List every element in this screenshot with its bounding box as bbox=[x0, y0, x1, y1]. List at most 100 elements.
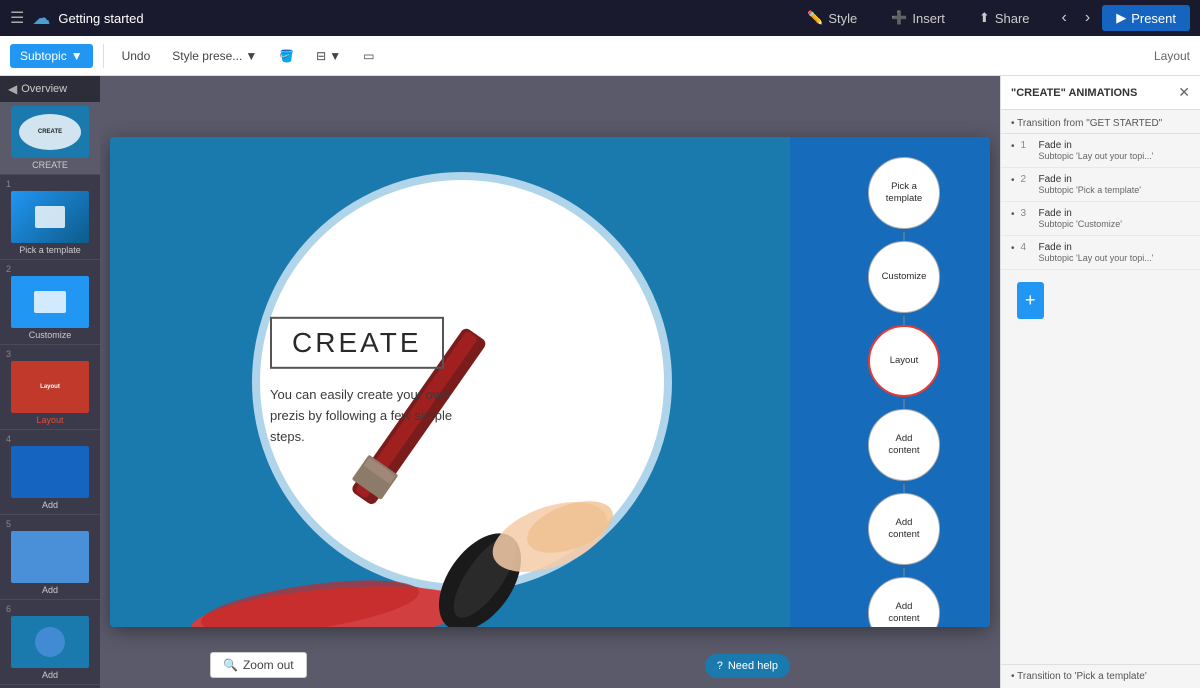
slide-label-2: Customize bbox=[29, 330, 72, 340]
fill-icon: 🪣 bbox=[279, 49, 294, 63]
animation-item-1: • 1 Fade in Subtopic 'Lay out your topi.… bbox=[1001, 134, 1200, 168]
slide-thumb-6 bbox=[11, 616, 89, 668]
toolbar-divider-1 bbox=[103, 44, 104, 68]
border-icon: ⊟ bbox=[316, 49, 326, 63]
toolbar: Subtopic ▼ Undo Style prese... ▼ 🪣 ⊟ ▼ ▭… bbox=[0, 36, 1200, 76]
step-circle-2-label: Customize bbox=[880, 269, 929, 285]
share-button[interactable]: ⬆ Share bbox=[963, 6, 1046, 30]
step-circle-6[interactable]: Addcontent bbox=[868, 577, 940, 627]
slide-label-6: Add bbox=[42, 670, 58, 680]
sidebar-collapse-icon[interactable]: ◀ bbox=[8, 82, 17, 96]
right-panel-close-button[interactable]: ✕ bbox=[1178, 84, 1190, 101]
slide-number-5: 5 bbox=[6, 519, 11, 529]
anim-content-2: Fade in Subtopic 'Pick a template' bbox=[1039, 174, 1190, 195]
step-circle-4[interactable]: Addcontent bbox=[868, 409, 940, 481]
help-icon: ? bbox=[717, 660, 723, 672]
layout-view-button[interactable]: ▭ bbox=[355, 45, 382, 67]
slide-item-3[interactable]: 3 Layout Layout bbox=[0, 345, 100, 430]
step-circle-4-label: Addcontent bbox=[886, 431, 921, 460]
add-animation-button[interactable]: + bbox=[1017, 282, 1044, 319]
step-circle-1-label: Pick atemplate bbox=[884, 179, 924, 208]
slide-item-1[interactable]: 1 Pick a template bbox=[0, 175, 100, 260]
slide-label-1: Pick a template bbox=[19, 245, 81, 255]
slide-item-5[interactable]: 5 Add bbox=[0, 515, 100, 600]
transition-from-label: • Transition from "GET STARTED" bbox=[1001, 110, 1200, 134]
chevron-down-icon: ▼ bbox=[71, 49, 83, 63]
slide-title-box: CREATE bbox=[270, 317, 444, 369]
anim-sub-3: Subtopic 'Customize' bbox=[1039, 219, 1190, 229]
anim-content-1: Fade in Subtopic 'Lay out your topi...' bbox=[1039, 140, 1190, 161]
fill-button[interactable]: 🪣 bbox=[271, 45, 302, 67]
style-icon: ✏️ bbox=[807, 10, 823, 26]
transition-to-label: • Transition to 'Pick a template' bbox=[1001, 664, 1200, 688]
slide-thumb-1 bbox=[11, 191, 89, 243]
step-circle-5-label: Addcontent bbox=[886, 515, 921, 544]
insert-button[interactable]: ➕ Insert bbox=[875, 6, 961, 30]
nav-forward-button[interactable]: › bbox=[1079, 7, 1096, 29]
slide-number-1: 1 bbox=[6, 179, 11, 189]
anim-number-4: 4 bbox=[1021, 242, 1033, 253]
top-bar-center: ✏️ Style ➕ Insert ⬆ Share bbox=[791, 6, 1045, 30]
slide-item-4[interactable]: 4 Add bbox=[0, 430, 100, 515]
layout-label: Layout bbox=[1154, 49, 1190, 63]
top-bar-right: ‹ › ▶ Present bbox=[1056, 5, 1190, 31]
slide-item-6[interactable]: 6 Add bbox=[0, 600, 100, 685]
style-button[interactable]: ✏️ Style bbox=[791, 6, 873, 30]
animation-item-4: • 4 Fade in Subtopic 'Lay out your topi.… bbox=[1001, 236, 1200, 270]
slide-text-content: CREATE You can easily create your own pr… bbox=[270, 317, 470, 447]
anim-type-1: Fade in bbox=[1039, 140, 1190, 151]
anim-type-3: Fade in bbox=[1039, 208, 1190, 219]
main-content: ◀ Overview CREATE CREATE 1 bbox=[0, 76, 1200, 688]
border-button[interactable]: ⊟ ▼ bbox=[308, 45, 349, 67]
present-button[interactable]: ▶ Present bbox=[1102, 5, 1190, 31]
slide-thumb-2 bbox=[11, 276, 89, 328]
animation-item-3: • 3 Fade in Subtopic 'Customize' bbox=[1001, 202, 1200, 236]
border-chevron: ▼ bbox=[329, 49, 341, 63]
undo-label: Undo bbox=[122, 49, 151, 63]
slide-item-create[interactable]: CREATE CREATE bbox=[0, 102, 100, 175]
nav-back-button[interactable]: ‹ bbox=[1056, 7, 1073, 29]
transition-to-bullet: • bbox=[1011, 671, 1015, 682]
animation-list: • 1 Fade in Subtopic 'Lay out your topi.… bbox=[1001, 134, 1200, 664]
sidebar: ◀ Overview CREATE CREATE 1 bbox=[0, 76, 100, 688]
style-preset-label: Style prese... bbox=[172, 49, 242, 63]
top-bar-left: ☰ ☁ Getting started bbox=[10, 8, 781, 29]
need-help-button[interactable]: ? Need help bbox=[705, 654, 790, 678]
play-icon: ▶ bbox=[1116, 10, 1126, 26]
subtopic-button[interactable]: Subtopic ▼ bbox=[10, 44, 93, 68]
canvas-area: CREATE You can easily create your own pr… bbox=[100, 76, 1000, 688]
right-panel-header: "CREATE" ANIMATIONS ✕ bbox=[1001, 76, 1200, 110]
undo-button[interactable]: Undo bbox=[114, 45, 159, 67]
step-circle-2[interactable]: Customize bbox=[868, 241, 940, 313]
anim-type-4: Fade in bbox=[1039, 242, 1190, 253]
anim-content-3: Fade in Subtopic 'Customize' bbox=[1039, 208, 1190, 229]
hamburger-icon[interactable]: ☰ bbox=[10, 8, 24, 28]
anim-bullet-1: • bbox=[1011, 141, 1015, 152]
style-preset-button[interactable]: Style prese... ▼ bbox=[164, 45, 265, 67]
anim-number-3: 3 bbox=[1021, 208, 1033, 219]
transition-bullet: • bbox=[1011, 118, 1015, 129]
layout-view-icon: ▭ bbox=[363, 49, 374, 63]
subtopic-label: Subtopic bbox=[20, 49, 67, 63]
right-panel: "CREATE" ANIMATIONS ✕ • Transition from … bbox=[1000, 76, 1200, 688]
zoom-out-button[interactable]: 🔍 Zoom out bbox=[210, 652, 307, 678]
step-circle-5[interactable]: Addcontent bbox=[868, 493, 940, 565]
slide-item-2[interactable]: 2 Customize bbox=[0, 260, 100, 345]
cloud-icon: ☁ bbox=[32, 8, 50, 29]
slide-label-4: Add bbox=[42, 500, 58, 510]
slide-title: CREATE bbox=[292, 327, 422, 358]
anim-type-2: Fade in bbox=[1039, 174, 1190, 185]
slide-canvas: CREATE You can easily create your own pr… bbox=[110, 137, 990, 627]
animation-item-2: • 2 Fade in Subtopic 'Pick a template' bbox=[1001, 168, 1200, 202]
slide-label-create: CREATE bbox=[32, 160, 68, 170]
top-bar: ☰ ☁ Getting started ✏️ Style ➕ Insert ⬆ … bbox=[0, 0, 1200, 36]
step-circle-3[interactable]: Layout bbox=[868, 325, 940, 397]
step-circle-1[interactable]: Pick atemplate bbox=[868, 157, 940, 229]
anim-sub-4: Subtopic 'Lay out your topi...' bbox=[1039, 253, 1190, 263]
style-preset-chevron: ▼ bbox=[245, 49, 257, 63]
slide-number-6: 6 bbox=[6, 604, 11, 614]
share-icon: ⬆ bbox=[979, 10, 990, 26]
zoom-icon: 🔍 bbox=[223, 658, 238, 672]
slide-label-5: Add bbox=[42, 585, 58, 595]
insert-icon: ➕ bbox=[891, 10, 907, 26]
